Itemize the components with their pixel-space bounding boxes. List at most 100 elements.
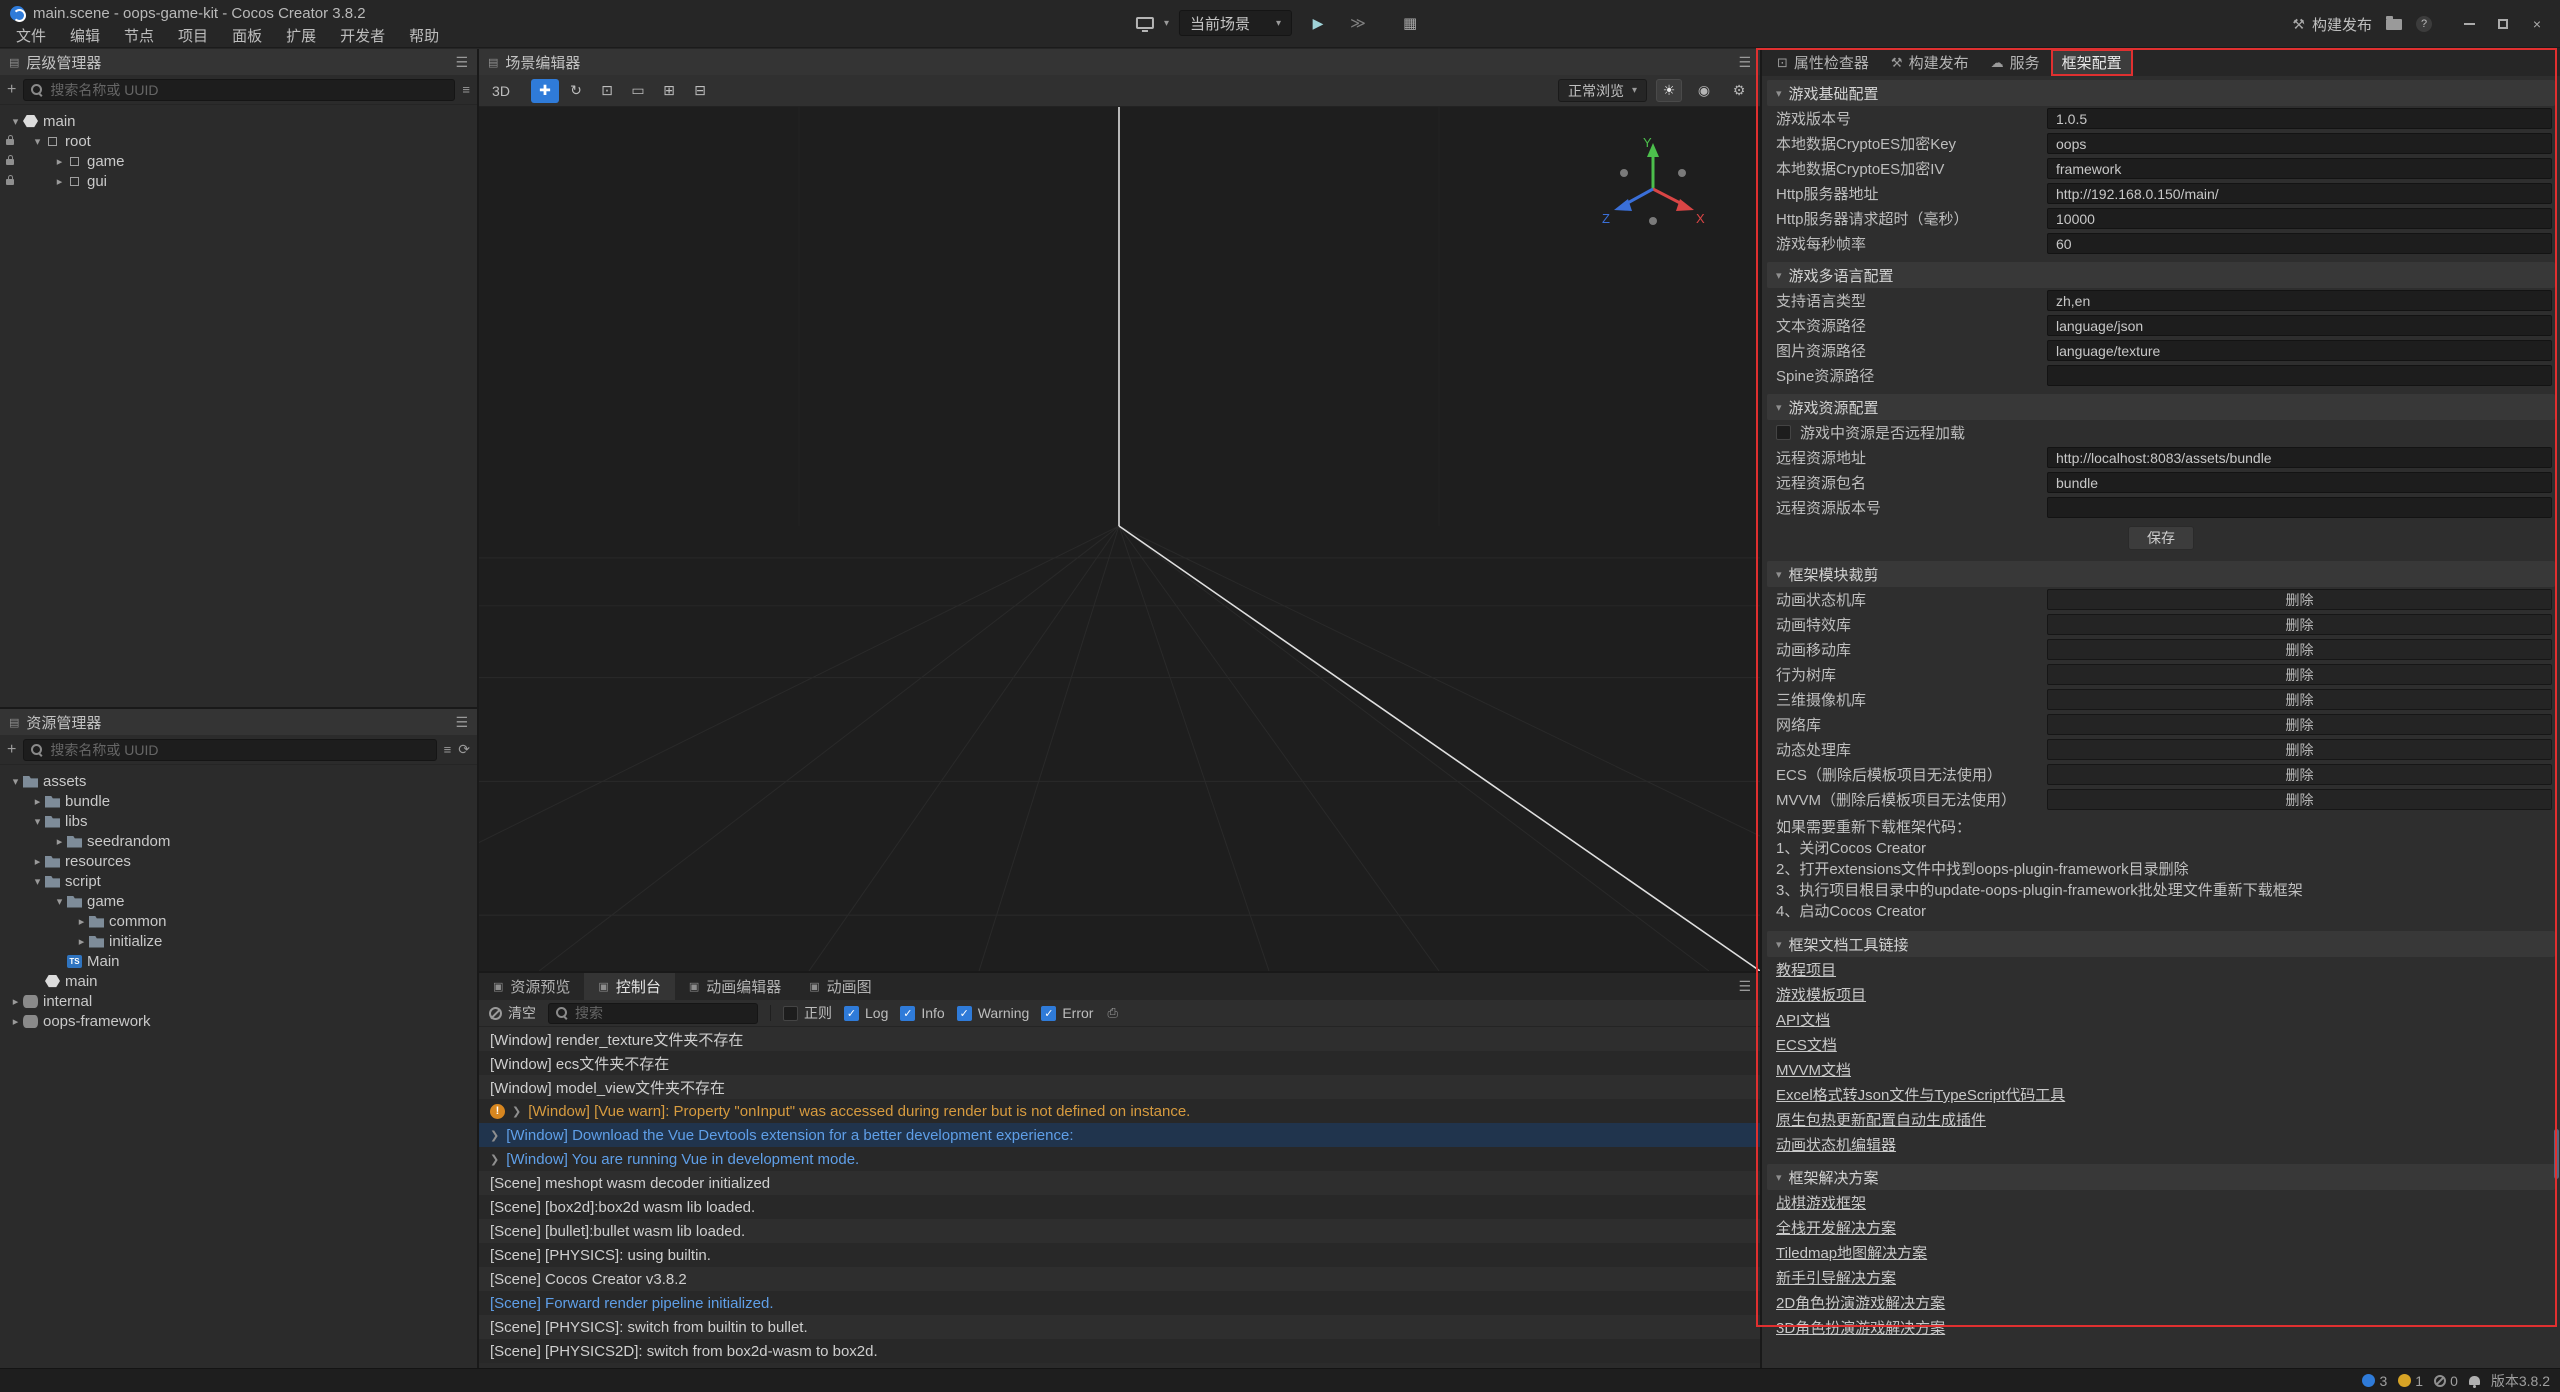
gizmo-tool-button[interactable]: ⊞ (655, 79, 683, 103)
create-asset-icon[interactable] (7, 741, 16, 759)
menu-item[interactable]: 项目 (166, 26, 220, 47)
gizmo-tool-button[interactable]: ✚ (531, 79, 559, 103)
asset-node-row[interactable]: ▸ common (0, 911, 477, 931)
property-input[interactable] (2047, 315, 2552, 336)
log-row[interactable]: [Window] render_texture文件夹不存在 (479, 1027, 1760, 1051)
console-tab[interactable]: 动画图 (795, 973, 885, 1000)
log-row[interactable]: [Scene] [PHYSICS]: using builtin. (479, 1243, 1760, 1267)
expand-arrow-icon[interactable]: ❯ (490, 1129, 499, 1142)
log-filter-toggle[interactable]: Warning (957, 1005, 1030, 1021)
console-clear-button[interactable]: 清空 (489, 1003, 536, 1023)
remote-load-checkbox[interactable] (1776, 425, 1791, 440)
property-input[interactable] (2047, 365, 2552, 386)
delete-module-button[interactable]: 删除 (2047, 714, 2552, 735)
property-input[interactable] (2047, 133, 2552, 154)
close-button[interactable]: × (2520, 9, 2554, 39)
log-row[interactable]: ❯ [Window] Download the Vue Devtools ext… (479, 1123, 1760, 1147)
expand-chevron-icon[interactable]: ▸ (74, 915, 89, 928)
menu-item[interactable]: 面板 (220, 26, 274, 47)
log-filter-toggle[interactable]: Info (900, 1005, 944, 1021)
minimize-button[interactable] (2452, 9, 2486, 39)
log-row[interactable]: ❯ [Window] You are running Vue in develo… (479, 1147, 1760, 1171)
property-input[interactable] (2047, 472, 2552, 493)
panel-menu-icon[interactable] (1738, 54, 1751, 71)
section-header-resource[interactable]: 游戏资源配置 (1767, 394, 2555, 420)
scrollbar-thumb[interactable] (2554, 1129, 2559, 1179)
asset-node-row[interactable]: ▸ seedrandom (0, 831, 477, 851)
doc-link[interactable]: 教程项目 (1767, 958, 2555, 983)
scene-camera-icon[interactable]: ◉ (1691, 79, 1717, 102)
help-icon[interactable]: ? (2416, 16, 2432, 32)
hierarchy-search-box[interactable] (23, 79, 455, 101)
property-input[interactable] (2047, 233, 2552, 254)
doc-link[interactable]: ECS文档 (1767, 1033, 2555, 1058)
menu-item[interactable]: 节点 (112, 26, 166, 47)
hierarchy-node-row[interactable]: ▾ main (0, 111, 477, 131)
expand-chevron-icon[interactable]: ▸ (52, 175, 67, 188)
asset-node-row[interactable]: main (0, 971, 477, 991)
delete-module-button[interactable]: 删除 (2047, 764, 2552, 785)
preview-target-icon[interactable] (1136, 17, 1154, 29)
menu-item[interactable]: 编辑 (58, 26, 112, 47)
log-row[interactable]: [Scene] Forward render pipeline initiali… (479, 1291, 1760, 1315)
step-button[interactable]: ≫ (1344, 10, 1372, 36)
doc-link[interactable]: Excel格式转Json文件与TypeScript代码工具 (1767, 1083, 2555, 1108)
hierarchy-node-row[interactable]: ▸ gui (0, 171, 477, 191)
doc-link[interactable]: 游戏模板项目 (1767, 983, 2555, 1008)
console-search-input[interactable] (575, 1005, 756, 1021)
asset-node-row[interactable]: ▾ assets (0, 771, 477, 791)
delete-module-button[interactable]: 删除 (2047, 589, 2552, 610)
property-input[interactable] (2047, 447, 2552, 468)
expand-chevron-icon[interactable]: ▸ (8, 1015, 23, 1028)
log-filter-toggle[interactable]: Error (1041, 1005, 1093, 1021)
section-header-solutions[interactable]: 框架解决方案 (1767, 1164, 2555, 1190)
menu-item[interactable]: 帮助 (397, 26, 451, 47)
console-tab[interactable]: 控制台 (584, 973, 674, 1000)
gizmo-tool-button[interactable]: ▭ (624, 79, 652, 103)
scene-light-toggle[interactable]: ☀ (1656, 79, 1682, 102)
log-row[interactable]: [Window] model_view文件夹不存在 (479, 1075, 1760, 1099)
hierarchy-node-row[interactable]: ▾ root (0, 131, 477, 151)
solution-link[interactable]: 全栈开发解决方案 (1767, 1216, 2555, 1241)
inspector-tab[interactable]: ⚒ 构建发布 (1880, 49, 1980, 76)
log-row[interactable]: ! ❯ [Window] [Vue warn]: Property "onInp… (479, 1099, 1760, 1123)
expand-chevron-icon[interactable]: ▸ (30, 795, 45, 808)
save-button[interactable]: 保存 (2128, 526, 2194, 550)
asset-node-row[interactable]: ▾ script (0, 871, 477, 891)
log-row[interactable]: [Scene] [PHYSICS]: switch from builtin t… (479, 1315, 1760, 1339)
export-log-icon[interactable] (1107, 1005, 1117, 1021)
expand-chevron-icon[interactable]: ▸ (74, 935, 89, 948)
menu-item[interactable]: 文件 (4, 26, 58, 47)
doc-link[interactable]: API文档 (1767, 1008, 2555, 1033)
asset-node-row[interactable]: TS Main (0, 951, 477, 971)
console-tab[interactable]: 资源预览 (479, 973, 584, 1000)
scene-settings-gear-icon[interactable]: ⚙ (1726, 79, 1752, 102)
regex-toggle[interactable]: 正则 (783, 1003, 832, 1023)
build-publish-button[interactable]: ⚒ 构建发布 (2292, 14, 2372, 35)
log-filter-toggle[interactable]: Log (844, 1005, 888, 1021)
refresh-icon[interactable] (458, 741, 470, 758)
hierarchy-search-input[interactable] (50, 82, 447, 98)
section-header-modules[interactable]: 框架模块裁剪 (1767, 561, 2555, 587)
delete-module-button[interactable]: 删除 (2047, 639, 2552, 660)
expand-chevron-icon[interactable]: ▾ (52, 895, 67, 908)
gizmo-tool-button[interactable]: ⊟ (686, 79, 714, 103)
expand-chevron-icon[interactable]: ▾ (30, 815, 45, 828)
filter-icon[interactable] (462, 82, 470, 97)
expand-chevron-icon[interactable]: ▾ (30, 875, 45, 888)
asset-node-row[interactable]: ▸ initialize (0, 931, 477, 951)
mode-3d-toggle[interactable]: 3D (487, 79, 515, 103)
doc-link[interactable]: 原生包热更新配置自动生成插件 (1767, 1108, 2555, 1133)
asset-node-row[interactable]: ▾ libs (0, 811, 477, 831)
expand-arrow-icon[interactable]: ❯ (512, 1105, 521, 1118)
create-node-icon[interactable] (7, 81, 16, 99)
expand-chevron-icon[interactable]: ▸ (8, 995, 23, 1008)
axis-gizmo[interactable]: Y X Z (1598, 131, 1708, 241)
delete-module-button[interactable]: 删除 (2047, 689, 2552, 710)
inspector-tab[interactable]: ⊡ 属性检查器 (1766, 49, 1880, 76)
inspector-tab[interactable]: ☁ 服务 (1980, 49, 2051, 76)
panel-menu-icon[interactable] (455, 54, 468, 71)
filter-checkbox[interactable] (957, 1006, 972, 1021)
panel-menu-icon[interactable] (1738, 978, 1751, 995)
lock-icon[interactable] (6, 159, 14, 165)
